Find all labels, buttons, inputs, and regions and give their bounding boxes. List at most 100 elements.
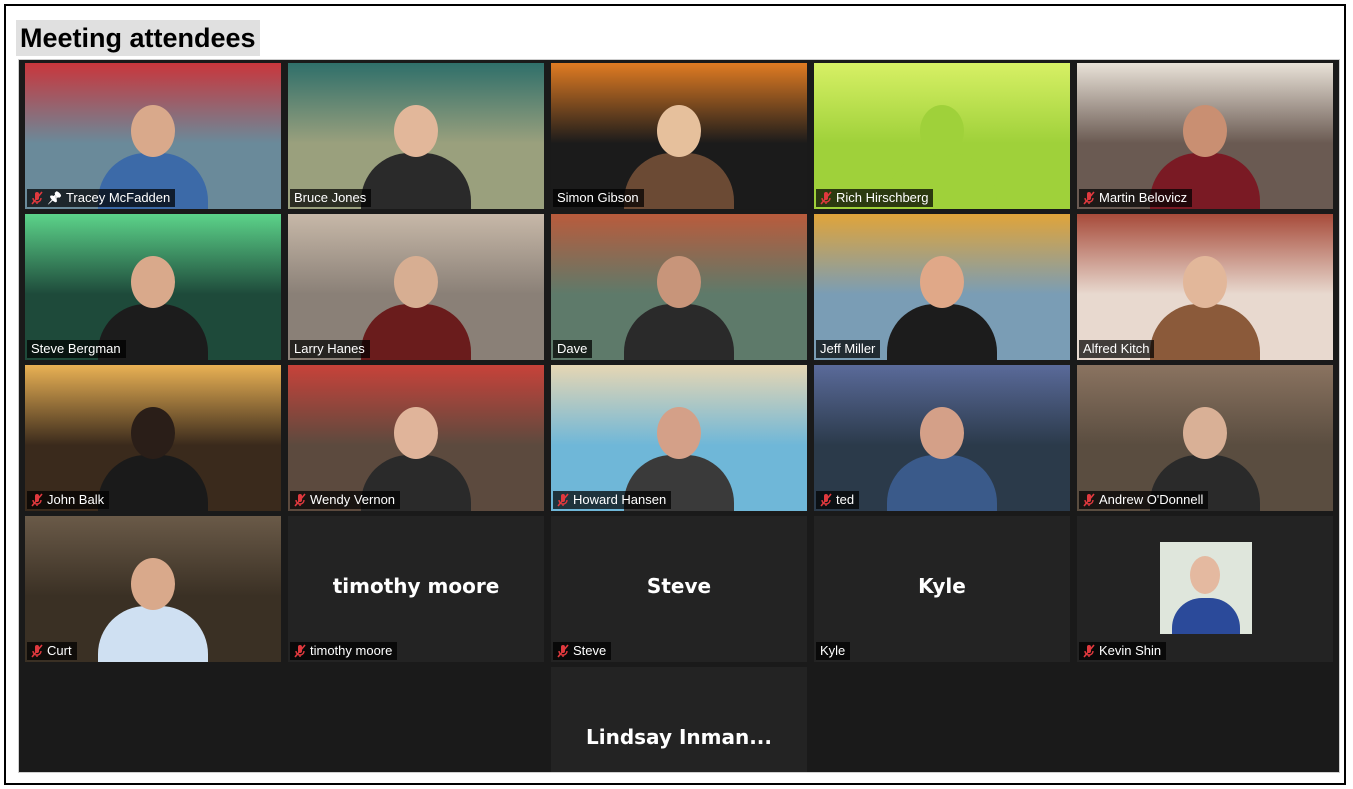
participant-tile[interactable]: Steve Steve bbox=[551, 516, 807, 662]
participant-tile[interactable]: Steve Bergman bbox=[25, 214, 281, 360]
participant-figure bbox=[1150, 256, 1260, 360]
torso-shape bbox=[361, 153, 471, 209]
microphone-muted-icon bbox=[1083, 493, 1095, 507]
participant-tile[interactable]: Kyle Kyle bbox=[814, 516, 1070, 662]
display-name: Lindsay Inman... bbox=[586, 725, 772, 749]
participant-tile[interactable]: Andrew O'Donnell bbox=[1077, 365, 1333, 511]
participant-tile[interactable]: Kevin Shin bbox=[1077, 516, 1333, 662]
participant-name-label: Curt bbox=[27, 642, 77, 660]
torso-shape bbox=[1150, 304, 1260, 360]
torso-shape bbox=[361, 304, 471, 360]
participant-name-label: Larry Hanes bbox=[290, 340, 370, 358]
participant-tile[interactable]: Dave bbox=[551, 214, 807, 360]
participant-name: Jeff Miller bbox=[820, 341, 876, 356]
microphone-muted-icon bbox=[557, 644, 569, 658]
participant-tile[interactable]: John Balk bbox=[25, 365, 281, 511]
participant-name-label: timothy moore bbox=[290, 642, 398, 660]
participant-name: Curt bbox=[47, 643, 72, 658]
head-shape bbox=[394, 407, 438, 459]
torso-shape bbox=[887, 455, 997, 511]
microphone-muted-icon bbox=[1083, 191, 1095, 205]
participant-tile[interactable]: 📌 Tracey McFadden bbox=[25, 63, 281, 209]
participant-figure bbox=[887, 407, 997, 511]
participant-name: Bruce Jones bbox=[294, 190, 367, 205]
video-gallery-grid: 📌 Tracey McFadden Bruce Jones Simon Gibson R… bbox=[18, 59, 1340, 773]
participant-name: Larry Hanes bbox=[294, 341, 365, 356]
head-shape bbox=[920, 105, 964, 157]
microphone-muted-icon bbox=[294, 644, 306, 658]
participant-tile[interactable]: Wendy Vernon bbox=[288, 365, 544, 511]
participant-name: Alfred Kitch bbox=[1083, 341, 1150, 356]
participant-tile[interactable]: Alfred Kitch bbox=[1077, 214, 1333, 360]
head-shape bbox=[657, 407, 701, 459]
participant-tile[interactable]: Jeff Miller bbox=[814, 214, 1070, 360]
microphone-muted-icon bbox=[294, 493, 306, 507]
participant-name-label: Martin Belovicz bbox=[1079, 189, 1193, 207]
participant-tile[interactable]: Howard Hansen bbox=[551, 365, 807, 511]
microphone-muted-icon bbox=[557, 493, 569, 507]
participant-tile[interactable]: Bruce Jones bbox=[288, 63, 544, 209]
microphone-muted-icon bbox=[31, 493, 43, 507]
participant-tile[interactable]: Rich Hirschberg bbox=[814, 63, 1070, 209]
head-shape bbox=[1183, 256, 1227, 308]
participant-name-label: Steve bbox=[553, 642, 612, 660]
participant-figure bbox=[98, 558, 208, 662]
avatar bbox=[1160, 542, 1252, 634]
microphone-muted-icon bbox=[820, 493, 832, 507]
display-name: Steve bbox=[646, 574, 712, 598]
participant-name-label: 📌 Tracey McFadden bbox=[27, 189, 176, 207]
participant-tile[interactable]: Larry Hanes bbox=[288, 214, 544, 360]
microphone-muted-icon bbox=[1083, 644, 1095, 658]
participant-tile[interactable]: Martin Belovicz bbox=[1077, 63, 1333, 209]
participant-name: Kevin Shin bbox=[1099, 643, 1162, 658]
participant-tile[interactable]: timothy moore timothy moore bbox=[288, 516, 544, 662]
participant-name: Wendy Vernon bbox=[310, 492, 396, 507]
participant-tile[interactable]: Lindsay Inman... bbox=[551, 667, 807, 772]
participant-figure bbox=[98, 407, 208, 511]
participant-name: Dave bbox=[557, 341, 588, 356]
microphone-muted-icon bbox=[820, 191, 832, 205]
avatar-head bbox=[1190, 556, 1220, 594]
participant-name: Tracey McFadden bbox=[65, 190, 171, 205]
participant-tile[interactable]: ted bbox=[814, 365, 1070, 511]
participant-figure bbox=[361, 105, 471, 209]
head-shape bbox=[1183, 407, 1227, 459]
display-name: Kyle bbox=[918, 574, 966, 598]
participant-tile[interactable]: Simon Gibson bbox=[551, 63, 807, 209]
pin-icon: 📌 bbox=[47, 191, 62, 205]
participant-name: John Balk bbox=[47, 492, 105, 507]
head-shape bbox=[1183, 105, 1227, 157]
participant-name: Steve Bergman bbox=[31, 341, 121, 356]
participant-name-label: Rich Hirschberg bbox=[816, 189, 934, 207]
microphone-muted-icon bbox=[31, 644, 43, 658]
participant-name-label: Alfred Kitch bbox=[1079, 340, 1155, 358]
participant-figure bbox=[887, 256, 997, 360]
participant-name-label: Wendy Vernon bbox=[290, 491, 401, 509]
head-shape bbox=[657, 105, 701, 157]
participant-name-label: Howard Hansen bbox=[553, 491, 672, 509]
participant-tile[interactable]: Curt bbox=[25, 516, 281, 662]
head-shape bbox=[131, 407, 175, 459]
participant-name-label: Andrew O'Donnell bbox=[1079, 491, 1209, 509]
head-shape bbox=[131, 105, 175, 157]
participant-name: timothy moore bbox=[310, 643, 393, 658]
head-shape bbox=[920, 407, 964, 459]
participant-name-label: ted bbox=[816, 491, 860, 509]
torso-shape bbox=[624, 304, 734, 360]
participant-name-label: Simon Gibson bbox=[553, 189, 644, 207]
participant-name-label: Kevin Shin bbox=[1079, 642, 1167, 660]
participant-name: Rich Hirschberg bbox=[836, 190, 929, 205]
head-shape bbox=[657, 256, 701, 308]
head-shape bbox=[394, 105, 438, 157]
display-name: timothy moore bbox=[332, 574, 500, 598]
participant-figure bbox=[361, 256, 471, 360]
head-shape bbox=[131, 558, 175, 610]
torso-shape bbox=[98, 606, 208, 662]
participant-name-label: Steve Bergman bbox=[27, 340, 126, 358]
participant-name: Simon Gibson bbox=[557, 190, 639, 205]
participant-name: Steve bbox=[573, 643, 607, 658]
participant-name-label: Jeff Miller bbox=[816, 340, 881, 358]
torso-shape bbox=[887, 304, 997, 360]
participant-name: Andrew O'Donnell bbox=[1099, 492, 1204, 507]
participant-name-label: Kyle bbox=[816, 642, 851, 660]
